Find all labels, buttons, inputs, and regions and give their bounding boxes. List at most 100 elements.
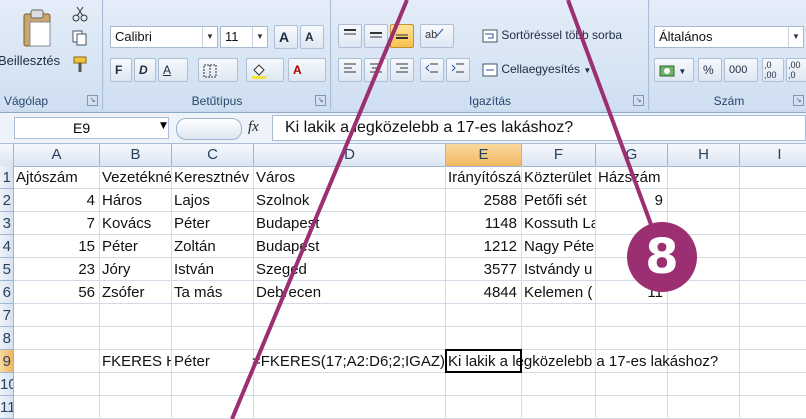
orientation-button[interactable]: ab <box>420 24 454 48</box>
cell-d9[interactable]: =FKERES(17;A2:D6;2;IGAZ) <box>252 350 445 373</box>
cell-f3[interactable]: Kossuth La <box>524 212 595 235</box>
fill-color-button[interactable] <box>246 58 284 82</box>
align-left-button[interactable] <box>338 58 362 82</box>
cell-c1[interactable]: Keresztnév <box>174 166 253 189</box>
cell-b4[interactable]: Péter <box>102 235 171 258</box>
formula-input[interactable]: Ki lakik a legközelebb a 17-es lakáshoz? <box>272 115 806 141</box>
cell-e5[interactable]: 3577 <box>446 258 521 281</box>
column-header-f[interactable]: F <box>522 144 596 166</box>
cell-c2[interactable]: Lajos <box>174 189 253 212</box>
align-top-button[interactable] <box>338 24 362 48</box>
decrease-indent-button[interactable] <box>420 58 444 82</box>
column-header-h[interactable]: H <box>668 144 740 166</box>
formula-bar-splitter[interactable] <box>176 118 242 140</box>
row-header-5[interactable]: 5 <box>0 258 14 281</box>
cell-e2[interactable]: 2588 <box>446 189 521 212</box>
font-name-combo[interactable]: Calibri ▼ <box>110 26 218 48</box>
borders-button[interactable] <box>198 58 238 82</box>
row-header-2[interactable]: 2 <box>0 189 14 212</box>
chevron-down-icon[interactable]: ▼ <box>788 27 803 47</box>
column-header-g[interactable]: G <box>596 144 668 166</box>
clipboard-launcher-icon[interactable]: ↘ <box>87 95 98 106</box>
chevron-down-icon[interactable]: ▼ <box>202 27 217 47</box>
font-launcher-icon[interactable]: ↘ <box>315 95 326 106</box>
paste-button[interactable]: Beillesztés <box>0 50 64 74</box>
font-color-button[interactable]: A <box>288 58 326 82</box>
wrap-text-button[interactable]: Sortöréssel több sorba <box>478 24 644 48</box>
italic-button[interactable]: D <box>134 58 156 82</box>
chevron-down-icon[interactable]: ▼ <box>678 67 686 76</box>
cell-b2[interactable]: Háros <box>102 189 171 212</box>
cell-c9[interactable]: Péter <box>174 350 253 373</box>
cell-d1[interactable]: Város <box>256 166 445 189</box>
cell-a5[interactable]: 23 <box>14 258 99 281</box>
percent-button[interactable]: % <box>698 58 722 82</box>
cell-e3[interactable]: 1148 <box>446 212 521 235</box>
select-all-corner[interactable] <box>0 144 14 166</box>
cell-g1[interactable]: Házszám <box>598 166 667 189</box>
cell-b6[interactable]: Zsófer <box>102 281 171 304</box>
cell-c3[interactable]: Péter <box>174 212 253 235</box>
decrease-decimal-button[interactable]: ,00 ,0 <box>786 58 806 82</box>
cell-d6[interactable]: Debrecen <box>256 281 445 304</box>
cell-b1[interactable]: Vezetéknév <box>102 166 171 189</box>
format-painter-icon[interactable] <box>72 56 90 74</box>
align-center-button[interactable] <box>364 58 388 82</box>
chevron-down-icon[interactable]: ▼ <box>252 27 267 47</box>
font-size-combo[interactable]: 11 ▼ <box>220 26 268 48</box>
cell-c5[interactable]: István <box>174 258 253 281</box>
accounting-format-button[interactable]: ▼ <box>654 58 694 82</box>
row-header-9[interactable]: 9 <box>0 350 14 373</box>
cell-b5[interactable]: Jóry <box>102 258 171 281</box>
alignment-launcher-icon[interactable]: ↘ <box>633 95 644 106</box>
column-header-c[interactable]: C <box>172 144 254 166</box>
copy-icon[interactable] <box>72 30 88 46</box>
bold-button[interactable]: F <box>110 58 132 82</box>
insert-function-icon[interactable]: fx <box>248 119 259 136</box>
number-format-combo[interactable]: Általános ▼ <box>654 26 804 48</box>
cell-f4[interactable]: Nagy Péte <box>524 235 595 258</box>
chevron-down-icon[interactable]: ▼ <box>160 121 167 131</box>
cell-g2[interactable]: 9 <box>596 189 667 212</box>
cell-f2[interactable]: Petőfi sét <box>524 189 595 212</box>
row-header-8[interactable]: 8 <box>0 327 14 350</box>
row-header-10[interactable]: 10 <box>0 373 14 396</box>
cut-icon[interactable] <box>72 6 88 22</box>
column-header-a[interactable]: A <box>14 144 100 166</box>
cell-f5[interactable]: Istvándy u <box>524 258 595 281</box>
increase-indent-button[interactable] <box>446 58 470 82</box>
underline-button[interactable]: A <box>158 58 188 82</box>
cell-a3[interactable]: 7 <box>14 212 99 235</box>
number-launcher-icon[interactable]: ↘ <box>793 95 804 106</box>
shrink-font-button[interactable]: A <box>300 25 324 49</box>
column-header-d[interactable]: D <box>254 144 446 166</box>
align-middle-button[interactable] <box>364 24 388 48</box>
row-header-1[interactable]: 1 <box>0 166 14 189</box>
increase-decimal-button[interactable]: ,0 ,00 <box>762 58 784 82</box>
align-bottom-button[interactable] <box>390 24 414 48</box>
cell-d2[interactable]: Szolnok <box>256 189 445 212</box>
chevron-down-icon[interactable]: ▼ <box>583 66 591 75</box>
column-header-i[interactable]: I <box>740 144 806 166</box>
name-box[interactable]: E9 <box>14 117 169 139</box>
merge-center-button[interactable]: Cellaegyesítés ▼ <box>478 58 598 82</box>
cell-a6[interactable]: 56 <box>14 281 99 304</box>
cell-e4[interactable]: 1212 <box>446 235 521 258</box>
cell-c6[interactable]: Ta más <box>174 281 253 304</box>
row-header-3[interactable]: 3 <box>0 212 14 235</box>
cell-a4[interactable]: 15 <box>14 235 99 258</box>
cell-d3[interactable]: Budapest <box>256 212 445 235</box>
cell-d5[interactable]: Szeged <box>256 258 445 281</box>
cell-f1[interactable]: Közterület <box>524 166 595 189</box>
cell-e1[interactable]: Irányítószám <box>448 166 521 189</box>
paste-icon[interactable] <box>22 8 54 48</box>
cell-b3[interactable]: Kovács <box>102 212 171 235</box>
row-header-6[interactable]: 6 <box>0 281 14 304</box>
column-header-b[interactable]: B <box>100 144 172 166</box>
align-right-button[interactable] <box>390 58 414 82</box>
column-header-e[interactable]: E <box>446 144 522 166</box>
grow-font-button[interactable]: A <box>274 25 298 49</box>
row-header-7[interactable]: 7 <box>0 304 14 327</box>
cell-a2[interactable]: 4 <box>14 189 99 212</box>
cell-b9[interactable]: FKERES HA <box>102 350 171 373</box>
